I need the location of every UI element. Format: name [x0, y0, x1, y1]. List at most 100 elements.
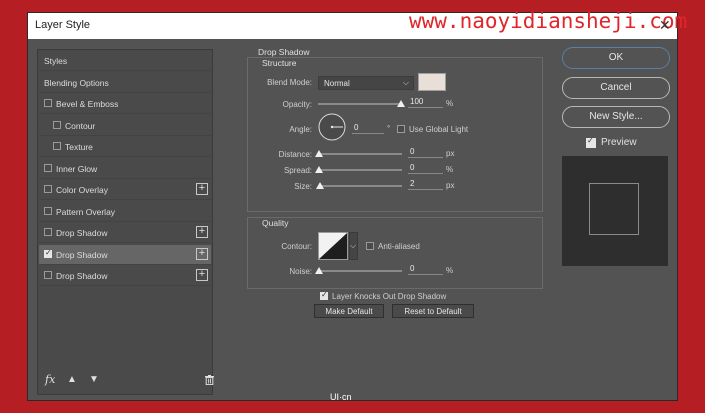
watermark-text: www.naoyidiansheji.com [409, 9, 688, 33]
style-item-color-overlay-6[interactable]: Color Overlay + [39, 180, 211, 200]
add-effect-icon[interactable]: + [196, 183, 208, 195]
fx-button[interactable]: fx [45, 373, 55, 386]
style-item-texture-4[interactable]: Texture [39, 137, 211, 157]
opacity-slider-thumb[interactable] [397, 100, 405, 107]
dialog-title: Layer Style [35, 19, 91, 31]
section-title: Drop Shadow [258, 47, 310, 57]
add-effect-icon[interactable]: + [196, 247, 208, 260]
angle-dial[interactable] [318, 113, 346, 141]
style-item-pattern-overlay-7[interactable]: Pattern Overlay [39, 202, 211, 222]
style-item-label: Blending Options [44, 77, 109, 88]
reset-to-default-button[interactable]: Reset to Default [392, 304, 474, 318]
style-item-drop-shadow-10[interactable]: Drop Shadow + [39, 266, 211, 286]
opacity-label: Opacity: [282, 100, 312, 109]
close-icon[interactable]: ✕ [659, 17, 671, 34]
cancel-button[interactable]: Cancel [562, 77, 670, 99]
anti-aliased-label: Anti-aliased [378, 242, 420, 251]
noise-slider-thumb[interactable] [315, 267, 323, 274]
angle-input[interactable]: 0 [352, 123, 384, 134]
style-item-styles-0[interactable]: Styles [39, 51, 211, 71]
styles-list: Styles Blending Options Bevel & Emboss Cont… [37, 49, 214, 395]
style-item-label: Drop Shadow [56, 249, 108, 260]
style-item-checkbox[interactable] [44, 206, 52, 215]
use-global-light-checkbox[interactable] [397, 125, 405, 133]
blend-mode-value: Normal [324, 79, 350, 88]
spread-slider-thumb[interactable] [315, 166, 323, 173]
style-item-checkbox[interactable] [44, 248, 52, 258]
contour-dropdown-button[interactable]: ⌵ [349, 232, 358, 260]
style-item-contour-3[interactable]: Contour [39, 116, 211, 136]
style-item-bevel-emboss-2[interactable]: Bevel & Emboss [39, 94, 211, 114]
size-label: Size: [294, 182, 312, 191]
add-effect-icon[interactable]: + [196, 269, 208, 281]
make-default-button[interactable]: Make Default [314, 304, 384, 318]
use-global-light-label: Use Global Light [409, 125, 469, 134]
preview-shape [589, 183, 639, 235]
opacity-input[interactable]: 100 [408, 97, 443, 108]
chevron-down-icon: ⌵ [402, 78, 409, 87]
style-item-label: Drop Shadow [56, 271, 108, 281]
preview-thumbnail [562, 156, 668, 266]
blend-mode-label: Blend Mode: [267, 78, 312, 87]
spread-input[interactable]: 0 [408, 163, 443, 174]
add-effect-icon[interactable]: + [196, 226, 208, 238]
noise-slider[interactable] [318, 270, 402, 272]
angle-unit: ° [387, 124, 391, 133]
size-unit: px [446, 181, 455, 190]
style-item-blending-options-1[interactable]: Blending Options [39, 73, 211, 93]
angle-label: Angle: [289, 125, 312, 134]
shadow-color-swatch[interactable] [418, 73, 446, 91]
preview-checkbox[interactable] [586, 136, 596, 148]
style-item-label: Contour [65, 120, 96, 131]
noise-label: Noise: [289, 267, 312, 276]
style-item-label: Color Overlay [56, 185, 108, 195]
contour-picker[interactable] [318, 232, 348, 260]
trash-icon[interactable] [205, 375, 214, 388]
noise-input[interactable]: 0 [408, 264, 443, 275]
arrow-down-icon[interactable]: ▼ [89, 374, 99, 385]
size-input[interactable]: 2 [408, 179, 443, 190]
style-item-inner-glow-5[interactable]: Inner Glow [39, 159, 211, 179]
style-item-checkbox[interactable] [44, 163, 52, 172]
style-item-checkbox[interactable] [53, 142, 61, 150]
opacity-slider[interactable] [318, 103, 402, 105]
style-item-label: Inner Glow [56, 163, 98, 174]
style-item-drop-shadow-8[interactable]: Drop Shadow + [39, 223, 211, 243]
styles-footer: fx ▲ ▼ [39, 372, 214, 392]
size-slider[interactable] [318, 185, 402, 187]
site-logo: UI·cn [330, 392, 352, 402]
style-item-label: Pattern Overlay [56, 206, 116, 217]
style-item-drop-shadow-9[interactable]: Drop Shadow + [39, 244, 211, 265]
preview-label: Preview [601, 137, 637, 148]
blend-mode-select[interactable]: Normal ⌵ [318, 76, 414, 90]
style-item-checkbox[interactable] [44, 99, 52, 107]
style-item-checkbox[interactable] [44, 228, 52, 236]
distance-slider[interactable] [318, 153, 402, 155]
style-item-checkbox[interactable] [44, 271, 52, 279]
style-item-checkbox[interactable] [53, 120, 61, 129]
style-item-label: Drop Shadow [56, 228, 108, 238]
distance-input[interactable]: 0 [408, 147, 443, 158]
drop-shadow-settings: Drop Shadow Structure Blend Mode: Normal… [232, 45, 543, 395]
distance-slider-thumb[interactable] [315, 150, 323, 157]
anti-aliased-checkbox[interactable] [366, 242, 374, 250]
spread-label: Spread: [283, 166, 312, 175]
spread-unit: % [446, 165, 454, 174]
style-item-checkbox[interactable] [44, 185, 52, 193]
noise-unit: % [446, 266, 454, 275]
ok-button[interactable]: OK [562, 47, 670, 69]
structure-title: Structure [262, 58, 297, 68]
chevron-down-icon: ⌵ [350, 241, 357, 250]
new-style-button[interactable]: New Style... [562, 106, 670, 128]
layer-knocks-out-label: Layer Knocks Out Drop Shadow [332, 292, 447, 301]
spread-slider[interactable] [318, 169, 402, 171]
arrow-up-icon[interactable]: ▲ [67, 374, 77, 385]
size-slider-thumb[interactable] [316, 182, 324, 189]
style-item-label: Texture [65, 142, 93, 152]
distance-label: Distance: [278, 150, 312, 159]
quality-title: Quality [262, 218, 289, 228]
quality-group [247, 217, 543, 289]
layer-knocks-out-checkbox[interactable] [320, 290, 328, 300]
title-bar: Layer Style www.naoyidiansheji.com ✕ [28, 9, 687, 39]
style-item-label: Styles [44, 56, 68, 66]
